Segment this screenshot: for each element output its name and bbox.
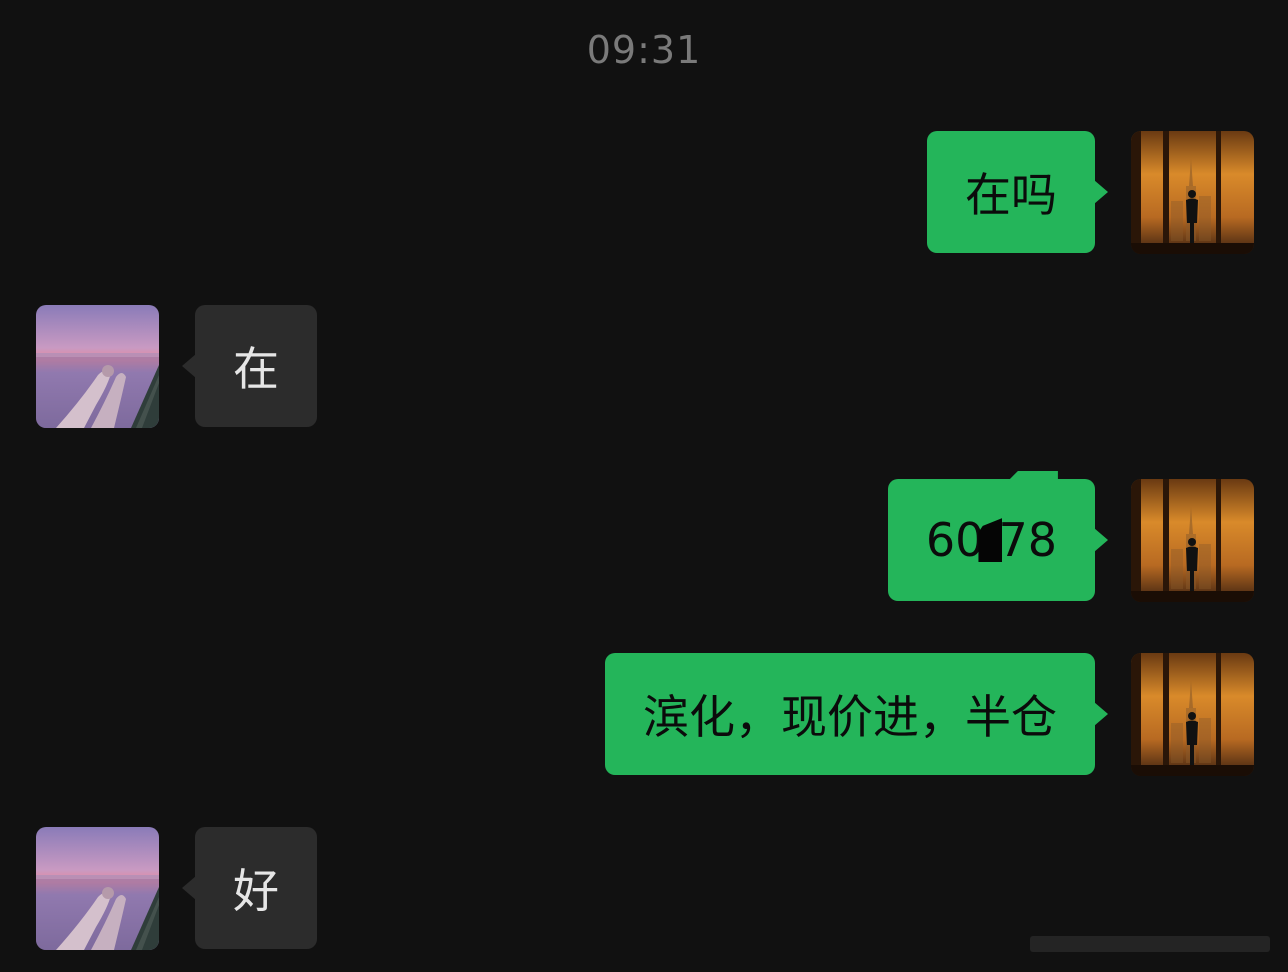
self-avatar[interactable] bbox=[1131, 479, 1254, 602]
outgoing-message-bubble[interactable]: 在吗 bbox=[927, 131, 1108, 253]
city-window-silhouette-avatar-icon bbox=[1131, 479, 1254, 602]
bubble-tail bbox=[1094, 528, 1108, 552]
self-avatar[interactable] bbox=[1131, 131, 1254, 254]
outgoing-message-bubble[interactable]: 滨化，现价进，半仓 bbox=[605, 653, 1108, 775]
bubble-tail bbox=[182, 354, 196, 378]
sunset-hands-avatar-icon bbox=[36, 305, 159, 428]
sunset-hands-avatar-icon bbox=[36, 827, 159, 950]
watermark bbox=[1030, 936, 1270, 952]
incoming-message-bubble[interactable]: 好 bbox=[182, 827, 317, 949]
redaction-mark bbox=[1007, 471, 1058, 481]
city-window-silhouette-avatar-icon bbox=[1131, 653, 1254, 776]
message-text: 好 bbox=[233, 864, 279, 918]
contact-avatar[interactable] bbox=[36, 305, 159, 428]
incoming-message-bubble[interactable]: 在 bbox=[182, 305, 317, 427]
message-text: 滨化，现价进，半仓 bbox=[643, 690, 1057, 744]
message-timestamp: 09:31 bbox=[586, 28, 702, 72]
outgoing-message-bubble[interactable]: 60 78 bbox=[887, 471, 1108, 601]
city-window-silhouette-avatar-icon bbox=[1131, 131, 1254, 254]
message-text-prefix: 60 bbox=[925, 513, 985, 567]
contact-avatar[interactable] bbox=[36, 827, 159, 950]
message-text: 在 bbox=[233, 342, 279, 396]
self-avatar[interactable] bbox=[1131, 653, 1254, 776]
bubble-tail bbox=[1094, 702, 1108, 726]
chat-screen: 09:31 在吗 在 60 78 滨化，现价进，半仓 好 bbox=[0, 0, 1288, 972]
message-text-suffix: 78 bbox=[998, 513, 1057, 567]
bubble-tail bbox=[182, 876, 196, 900]
bubble-tail bbox=[1094, 180, 1108, 204]
message-text: 在吗 bbox=[965, 168, 1057, 222]
